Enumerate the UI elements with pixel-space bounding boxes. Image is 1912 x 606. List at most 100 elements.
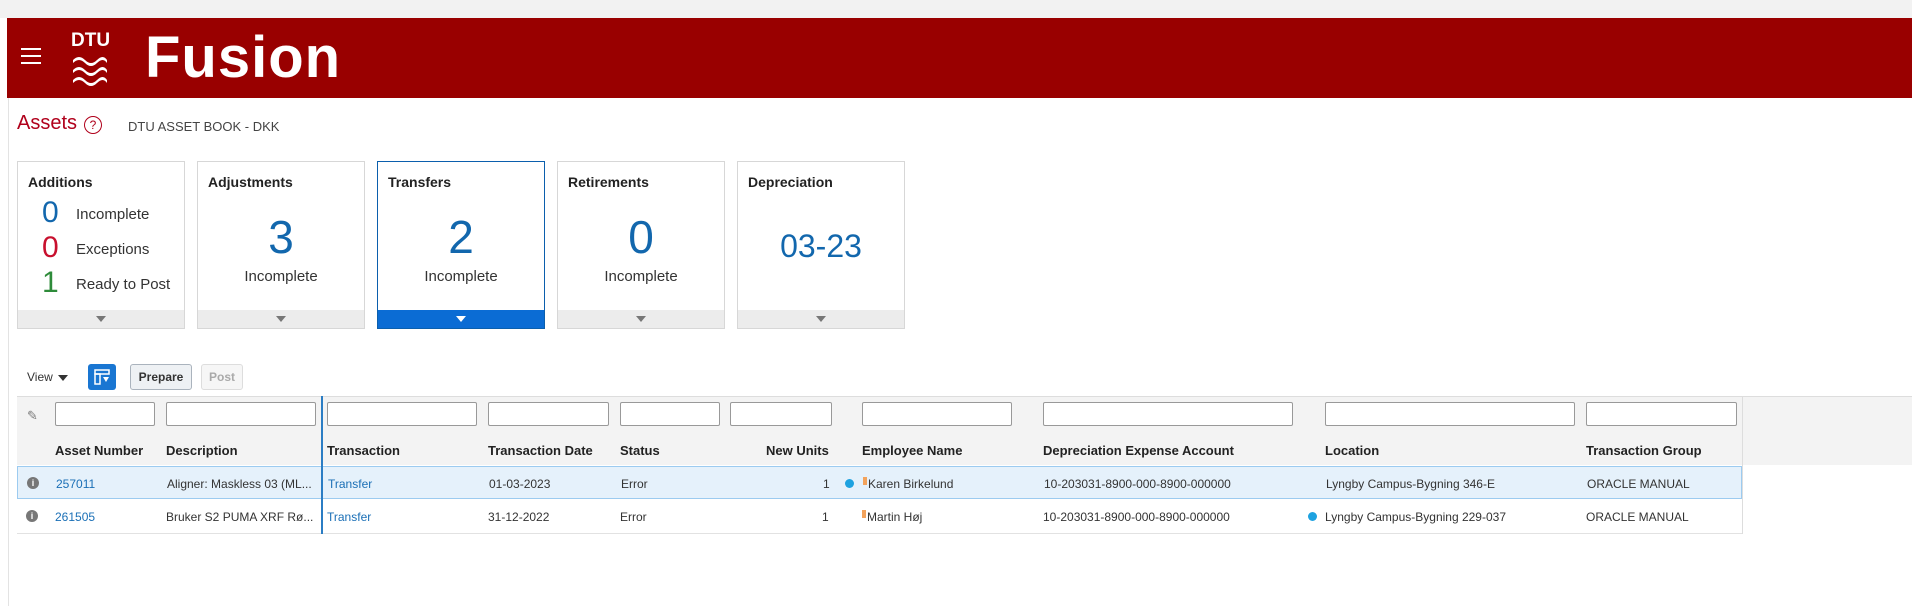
post-button[interactable]: Post bbox=[201, 364, 243, 390]
col-header-transaction-group[interactable]: Transaction Group bbox=[1586, 443, 1702, 458]
filter-location[interactable] bbox=[1325, 402, 1575, 426]
new-units-cell: 1 bbox=[823, 477, 830, 491]
info-icon[interactable]: i bbox=[26, 510, 38, 522]
additions-card-title: Additions bbox=[28, 174, 93, 190]
depreciation-card-title: Depreciation bbox=[748, 174, 833, 190]
filter-depreciation-expense-account[interactable] bbox=[1043, 402, 1293, 426]
table-row[interactable]: i 261505 Bruker S2 PUMA XRF Rø... Transf… bbox=[17, 500, 1742, 534]
retirements-label: Incomplete bbox=[604, 268, 678, 285]
caret-down-icon bbox=[57, 374, 68, 381]
edit-pencil-icon[interactable]: ✎ bbox=[27, 408, 38, 424]
adjustments-card-expand[interactable] bbox=[198, 310, 364, 328]
filter-status[interactable] bbox=[620, 402, 720, 426]
transaction-link[interactable]: Transfer bbox=[328, 477, 372, 491]
transaction-group-cell: ORACLE MANUAL bbox=[1586, 510, 1689, 524]
employee-name-text: Karen Birkelund bbox=[868, 477, 954, 491]
additions-ready-label: Ready to Post bbox=[76, 276, 171, 293]
chevron-down-icon bbox=[96, 316, 106, 322]
depreciation-card[interactable]: Depreciation 03-23 bbox=[737, 161, 905, 329]
transfers-card-title: Transfers bbox=[388, 174, 452, 190]
col-header-location[interactable]: Location bbox=[1325, 443, 1379, 458]
col-header-description[interactable]: Description bbox=[166, 443, 238, 458]
indicator-dot-icon bbox=[845, 479, 854, 488]
info-icon[interactable]: i bbox=[27, 477, 39, 489]
view-menu[interactable]: View bbox=[27, 370, 68, 384]
col-header-employee-name[interactable]: Employee Name bbox=[862, 443, 962, 458]
additions-incomplete-label: Incomplete bbox=[76, 206, 150, 223]
additions-card[interactable]: Additions 0 Incomplete 0 Exceptions 1 Re… bbox=[17, 161, 185, 329]
view-menu-label: View bbox=[27, 370, 53, 384]
adjustments-label: Incomplete bbox=[244, 268, 318, 285]
retirements-count: 0 bbox=[628, 211, 654, 263]
status-cell: Error bbox=[620, 510, 647, 524]
additions-ready-count: 1 bbox=[42, 266, 59, 299]
help-icon[interactable]: ? bbox=[84, 116, 102, 134]
filter-new-units[interactable] bbox=[730, 402, 832, 426]
table-row[interactable]: i 257011 Aligner: Maskless 03 (ML... Tra… bbox=[17, 466, 1742, 499]
additions-exceptions-label: Exceptions bbox=[76, 241, 150, 258]
app-header: DTU Fusion bbox=[7, 18, 1912, 98]
new-units-cell: 1 bbox=[822, 510, 829, 524]
retirements-card-expand[interactable] bbox=[558, 310, 724, 328]
retirements-card-title: Retirements bbox=[568, 174, 649, 190]
location-cell: Lyngby Campus-Bygning 346-E bbox=[1326, 477, 1495, 491]
chevron-down-icon bbox=[456, 316, 466, 322]
filter-employee-name[interactable] bbox=[862, 402, 1012, 426]
dtu-logo[interactable]: DTU bbox=[69, 30, 113, 88]
employee-name-text: Martin Høj bbox=[867, 510, 923, 524]
transaction-date-cell: 01-03-2023 bbox=[489, 477, 551, 491]
transaction-group-cell: ORACLE MANUAL bbox=[1587, 477, 1690, 491]
adjustments-card-title: Adjustments bbox=[208, 174, 293, 190]
col-header-new-units[interactable]: New Units bbox=[766, 443, 829, 458]
chevron-down-icon bbox=[276, 316, 286, 322]
freeze-icon bbox=[94, 369, 110, 385]
filter-asset-number[interactable] bbox=[55, 402, 155, 426]
additions-incomplete-count: 0 bbox=[42, 196, 59, 229]
app-title: Fusion bbox=[145, 25, 342, 90]
col-header-depreciation-expense-account[interactable]: Depreciation Expense Account bbox=[1043, 443, 1234, 458]
col-header-transaction-date[interactable]: Transaction Date bbox=[488, 443, 593, 458]
chevron-down-icon bbox=[816, 316, 826, 322]
adjustments-card[interactable]: Adjustments 3 Incomplete bbox=[197, 161, 365, 329]
transaction-link[interactable]: Transfer bbox=[327, 510, 371, 524]
transfers-count: 2 bbox=[448, 211, 474, 263]
depreciation-account-cell: 10-203031-8900-000-8900-000000 bbox=[1043, 510, 1230, 524]
frozen-column-divider[interactable] bbox=[321, 396, 323, 534]
status-cell: Error bbox=[621, 477, 648, 491]
retirements-card[interactable]: Retirements 0 Incomplete bbox=[557, 161, 725, 329]
location-cell: Lyngby Campus-Bygning 229-037 bbox=[1325, 510, 1507, 524]
flag-icon bbox=[862, 510, 866, 518]
filter-row: ✎ bbox=[17, 396, 1912, 433]
depreciation-card-expand[interactable] bbox=[738, 310, 904, 328]
menu-icon[interactable] bbox=[21, 48, 41, 64]
asset-book-name: DTU ASSET BOOK - DKK bbox=[128, 119, 280, 134]
filter-description[interactable] bbox=[166, 402, 316, 426]
freeze-columns-button[interactable] bbox=[88, 364, 116, 390]
transfers-card-expand[interactable] bbox=[378, 310, 544, 328]
left-edge bbox=[0, 18, 9, 606]
additions-exceptions-count: 0 bbox=[42, 231, 59, 264]
header-row: Asset Number Description Transaction Tra… bbox=[17, 433, 1912, 465]
indicator-dot-icon bbox=[1308, 512, 1317, 521]
col-header-asset-number[interactable]: Asset Number bbox=[55, 443, 143, 458]
description-cell: Bruker S2 PUMA XRF Rø... bbox=[166, 510, 314, 524]
adjustments-count: 3 bbox=[268, 211, 294, 263]
page-title: Assets bbox=[17, 112, 78, 134]
filter-transaction[interactable] bbox=[327, 402, 477, 426]
col-header-transaction[interactable]: Transaction bbox=[327, 443, 400, 458]
description-cell: Aligner: Maskless 03 (ML... bbox=[167, 477, 312, 491]
dtu-logo-text: DTU bbox=[71, 30, 111, 51]
dtu-wave-icon bbox=[73, 57, 107, 86]
filter-transaction-date[interactable] bbox=[488, 402, 609, 426]
transfers-label: Incomplete bbox=[424, 268, 498, 285]
employee-name-cell: Martin Høj bbox=[862, 510, 922, 524]
transfers-card[interactable]: Transfers 2 Incomplete bbox=[377, 161, 545, 329]
depreciation-account-cell: 10-203031-8900-000-8900-000000 bbox=[1044, 477, 1231, 491]
col-header-status[interactable]: Status bbox=[620, 443, 660, 458]
asset-number-link[interactable]: 261505 bbox=[55, 510, 95, 524]
asset-number-link[interactable]: 257011 bbox=[56, 477, 95, 491]
employee-name-cell: Karen Birkelund bbox=[863, 477, 953, 491]
filter-transaction-group[interactable] bbox=[1586, 402, 1737, 426]
additions-card-expand[interactable] bbox=[18, 310, 184, 328]
prepare-button[interactable]: Prepare bbox=[130, 364, 192, 390]
